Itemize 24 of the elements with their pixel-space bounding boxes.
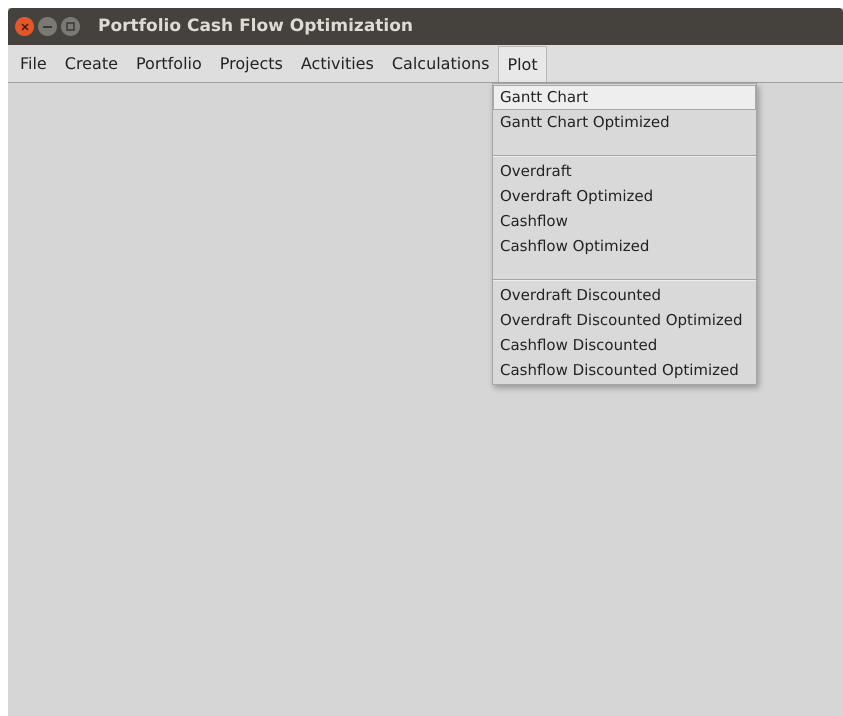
- menu-option[interactable]: Gantt Chart Optimized: [493, 110, 756, 135]
- menu-item[interactable]: Create: [56, 46, 127, 82]
- window-title: Portfolio Cash Flow Optimization: [98, 14, 414, 38]
- menu-option[interactable]: Cashflow Discounted: [493, 333, 756, 358]
- menu-option[interactable]: Cashflow: [493, 209, 756, 234]
- close-icon: [20, 22, 28, 30]
- menu-item[interactable]: Calculations: [382, 46, 498, 82]
- menu-option[interactable]: Overdraft Discounted: [493, 283, 756, 308]
- minimize-button[interactable]: [38, 17, 57, 36]
- menu-item[interactable]: File: [11, 46, 56, 82]
- menu-option[interactable]: Gantt Chart: [493, 85, 756, 110]
- menu-item[interactable]: Plot: [498, 46, 547, 82]
- menu-item[interactable]: Activities: [292, 46, 383, 82]
- maximize-icon: [66, 22, 75, 31]
- minimize-icon: [43, 26, 52, 28]
- menu-option[interactable]: Cashflow Discounted Optimized: [493, 358, 756, 383]
- close-button[interactable]: [15, 17, 34, 36]
- menu-item[interactable]: Portfolio: [126, 46, 211, 82]
- menu-option[interactable]: Overdraft Discounted Optimized: [493, 308, 756, 333]
- maximize-button[interactable]: [61, 17, 80, 36]
- menu-option[interactable]: Overdraft Optimized: [493, 184, 756, 209]
- menu-item[interactable]: Projects: [210, 46, 292, 82]
- menu-option[interactable]: Overdraft: [493, 159, 756, 184]
- menu-option[interactable]: Cashflow Optimized: [493, 234, 756, 259]
